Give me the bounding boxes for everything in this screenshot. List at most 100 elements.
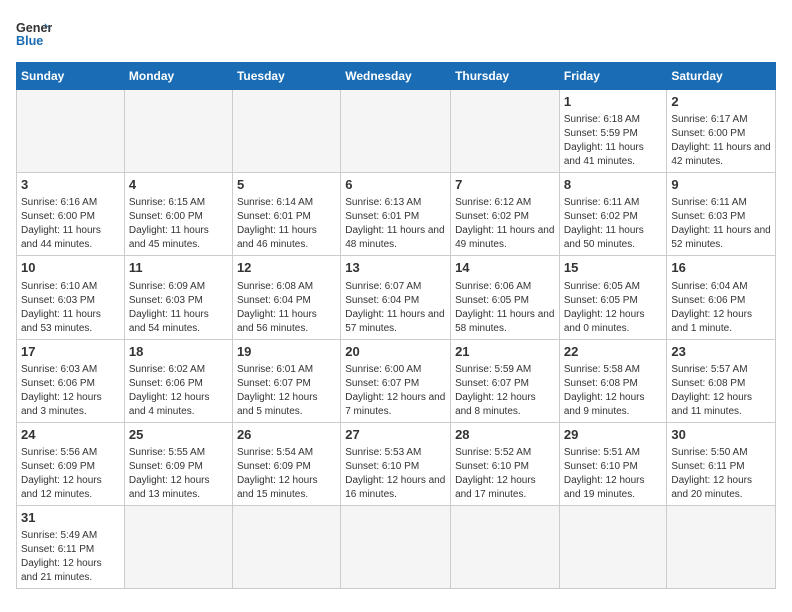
day-number: 22 bbox=[564, 343, 663, 361]
day-number: 25 bbox=[129, 426, 228, 444]
day-number: 18 bbox=[129, 343, 228, 361]
calendar-cell: 12 Sunrise: 6:08 AM Sunset: 6:04 PM Dayli… bbox=[232, 256, 340, 339]
calendar-cell: 21 Sunrise: 5:59 AM Sunset: 6:07 PM Dayli… bbox=[451, 339, 560, 422]
day-info: Sunrise: 5:58 AM Sunset: 6:08 PM Dayligh… bbox=[564, 363, 663, 419]
calendar-cell: 6Sunrise: 6:13 AM Sunset: 6:01 PM Daylig… bbox=[341, 173, 451, 256]
calendar-cell bbox=[232, 90, 340, 173]
calendar-table: SundayMondayTuesdayWednesdayThursdayFrid… bbox=[16, 62, 776, 589]
calendar-cell: 13 Sunrise: 6:07 AM Sunset: 6:04 PM Dayli… bbox=[341, 256, 451, 339]
day-info: Sunrise: 5:56 AM Sunset: 6:09 PM Dayligh… bbox=[21, 446, 120, 502]
calendar-cell: 22 Sunrise: 5:58 AM Sunset: 6:08 PM Dayli… bbox=[559, 339, 667, 422]
day-number: 7 bbox=[455, 176, 555, 194]
day-number: 4 bbox=[129, 176, 228, 194]
svg-text:Blue: Blue bbox=[16, 34, 43, 48]
calendar-cell: 11Sunrise: 6:09 AM Sunset: 6:03 PM Dayli… bbox=[124, 256, 232, 339]
calendar-cell: 31 Sunrise: 5:49 AM Sunset: 6:11 PM Dayli… bbox=[17, 505, 125, 588]
day-info: Sunrise: 5:49 AM Sunset: 6:11 PM Dayligh… bbox=[21, 529, 120, 585]
day-number: 6 bbox=[345, 176, 446, 194]
calendar-cell bbox=[341, 505, 451, 588]
day-info: Sunrise: 6:05 AM Sunset: 6:05 PM Dayligh… bbox=[564, 280, 663, 336]
day-header-wednesday: Wednesday bbox=[341, 63, 451, 90]
calendar-header-row: SundayMondayTuesdayWednesdayThursdayFrid… bbox=[17, 63, 776, 90]
calendar-cell bbox=[232, 505, 340, 588]
calendar-cell: 18 Sunrise: 6:02 AM Sunset: 6:06 PM Dayli… bbox=[124, 339, 232, 422]
day-info: Sunrise: 6:02 AM Sunset: 6:06 PM Dayligh… bbox=[129, 363, 228, 419]
calendar-week-2: 10 Sunrise: 6:10 AM Sunset: 6:03 PM Dayli… bbox=[17, 256, 776, 339]
day-info: Sunrise: 5:59 AM Sunset: 6:07 PM Dayligh… bbox=[455, 363, 555, 419]
calendar-cell: 3 Sunrise: 6:16 AM Sunset: 6:00 PM Daylig… bbox=[17, 173, 125, 256]
day-number: 2 bbox=[671, 93, 771, 111]
calendar-cell: 25 Sunrise: 5:55 AM Sunset: 6:09 PM Dayli… bbox=[124, 422, 232, 505]
calendar-cell bbox=[559, 505, 667, 588]
day-header-monday: Monday bbox=[124, 63, 232, 90]
calendar-cell: 17Sunrise: 6:03 AM Sunset: 6:06 PM Dayli… bbox=[17, 339, 125, 422]
day-number: 21 bbox=[455, 343, 555, 361]
day-info: Sunrise: 6:12 AM Sunset: 6:02 PM Dayligh… bbox=[455, 196, 555, 252]
calendar-cell bbox=[341, 90, 451, 173]
day-number: 28 bbox=[455, 426, 555, 444]
calendar-cell bbox=[667, 505, 776, 588]
calendar-cell bbox=[17, 90, 125, 173]
day-number: 12 bbox=[237, 259, 336, 277]
calendar-cell bbox=[124, 90, 232, 173]
calendar-cell: 14 Sunrise: 6:06 AM Sunset: 6:05 PM Dayli… bbox=[451, 256, 560, 339]
day-number: 23 bbox=[671, 343, 771, 361]
day-info: Sunrise: 6:18 AM Sunset: 5:59 PM Dayligh… bbox=[564, 113, 663, 169]
day-number: 24 bbox=[21, 426, 120, 444]
calendar-body: 1 Sunrise: 6:18 AM Sunset: 5:59 PM Daylig… bbox=[17, 90, 776, 589]
calendar-cell: 9Sunrise: 6:11 AM Sunset: 6:03 PM Daylig… bbox=[667, 173, 776, 256]
calendar-cell: 15 Sunrise: 6:05 AM Sunset: 6:05 PM Dayli… bbox=[559, 256, 667, 339]
calendar-cell bbox=[124, 505, 232, 588]
calendar-cell: 28 Sunrise: 5:52 AM Sunset: 6:10 PM Dayli… bbox=[451, 422, 560, 505]
day-info: Sunrise: 6:00 AM Sunset: 6:07 PM Dayligh… bbox=[345, 363, 446, 419]
day-number: 15 bbox=[564, 259, 663, 277]
page-header: General Blue bbox=[16, 16, 776, 52]
day-info: Sunrise: 6:04 AM Sunset: 6:06 PM Dayligh… bbox=[671, 280, 771, 336]
day-info: Sunrise: 5:52 AM Sunset: 6:10 PM Dayligh… bbox=[455, 446, 555, 502]
calendar-week-0: 1 Sunrise: 6:18 AM Sunset: 5:59 PM Daylig… bbox=[17, 90, 776, 173]
calendar-cell: 23Sunrise: 5:57 AM Sunset: 6:08 PM Dayli… bbox=[667, 339, 776, 422]
day-info: Sunrise: 6:14 AM Sunset: 6:01 PM Dayligh… bbox=[237, 196, 336, 252]
calendar-week-3: 17Sunrise: 6:03 AM Sunset: 6:06 PM Dayli… bbox=[17, 339, 776, 422]
day-info: Sunrise: 6:11 AM Sunset: 6:02 PM Dayligh… bbox=[564, 196, 663, 252]
calendar-cell bbox=[451, 90, 560, 173]
calendar-cell: 2 Sunrise: 6:17 AM Sunset: 6:00 PM Daylig… bbox=[667, 90, 776, 173]
day-info: Sunrise: 6:17 AM Sunset: 6:00 PM Dayligh… bbox=[671, 113, 771, 169]
calendar-cell: 5Sunrise: 6:14 AM Sunset: 6:01 PM Daylig… bbox=[232, 173, 340, 256]
calendar-cell: 27Sunrise: 5:53 AM Sunset: 6:10 PM Dayli… bbox=[341, 422, 451, 505]
day-number: 26 bbox=[237, 426, 336, 444]
day-header-tuesday: Tuesday bbox=[232, 63, 340, 90]
calendar-cell: 30Sunrise: 5:50 AM Sunset: 6:11 PM Dayli… bbox=[667, 422, 776, 505]
calendar-cell: 7 Sunrise: 6:12 AM Sunset: 6:02 PM Daylig… bbox=[451, 173, 560, 256]
day-info: Sunrise: 6:08 AM Sunset: 6:04 PM Dayligh… bbox=[237, 280, 336, 336]
day-number: 14 bbox=[455, 259, 555, 277]
day-info: Sunrise: 6:06 AM Sunset: 6:05 PM Dayligh… bbox=[455, 280, 555, 336]
logo: General Blue bbox=[16, 16, 52, 52]
day-number: 3 bbox=[21, 176, 120, 194]
day-number: 10 bbox=[21, 259, 120, 277]
day-number: 31 bbox=[21, 509, 120, 527]
day-number: 13 bbox=[345, 259, 446, 277]
day-info: Sunrise: 5:54 AM Sunset: 6:09 PM Dayligh… bbox=[237, 446, 336, 502]
day-info: Sunrise: 6:09 AM Sunset: 6:03 PM Dayligh… bbox=[129, 280, 228, 336]
logo-icon: General Blue bbox=[16, 16, 52, 52]
day-info: Sunrise: 5:51 AM Sunset: 6:10 PM Dayligh… bbox=[564, 446, 663, 502]
day-info: Sunrise: 6:11 AM Sunset: 6:03 PM Dayligh… bbox=[671, 196, 771, 252]
calendar-cell: 10 Sunrise: 6:10 AM Sunset: 6:03 PM Dayli… bbox=[17, 256, 125, 339]
calendar-cell: 16Sunrise: 6:04 AM Sunset: 6:06 PM Dayli… bbox=[667, 256, 776, 339]
day-info: Sunrise: 6:01 AM Sunset: 6:07 PM Dayligh… bbox=[237, 363, 336, 419]
calendar-cell: 8Sunrise: 6:11 AM Sunset: 6:02 PM Daylig… bbox=[559, 173, 667, 256]
calendar-cell: 4Sunrise: 6:15 AM Sunset: 6:00 PM Daylig… bbox=[124, 173, 232, 256]
day-info: Sunrise: 5:55 AM Sunset: 6:09 PM Dayligh… bbox=[129, 446, 228, 502]
calendar-cell: 26 Sunrise: 5:54 AM Sunset: 6:09 PM Dayli… bbox=[232, 422, 340, 505]
day-info: Sunrise: 6:07 AM Sunset: 6:04 PM Dayligh… bbox=[345, 280, 446, 336]
calendar-cell bbox=[451, 505, 560, 588]
day-info: Sunrise: 6:10 AM Sunset: 6:03 PM Dayligh… bbox=[21, 280, 120, 336]
day-number: 1 bbox=[564, 93, 663, 111]
calendar-cell: 19 Sunrise: 6:01 AM Sunset: 6:07 PM Dayli… bbox=[232, 339, 340, 422]
calendar-week-5: 31 Sunrise: 5:49 AM Sunset: 6:11 PM Dayli… bbox=[17, 505, 776, 588]
day-info: Sunrise: 6:16 AM Sunset: 6:00 PM Dayligh… bbox=[21, 196, 120, 252]
day-header-saturday: Saturday bbox=[667, 63, 776, 90]
day-number: 30 bbox=[671, 426, 771, 444]
day-number: 19 bbox=[237, 343, 336, 361]
